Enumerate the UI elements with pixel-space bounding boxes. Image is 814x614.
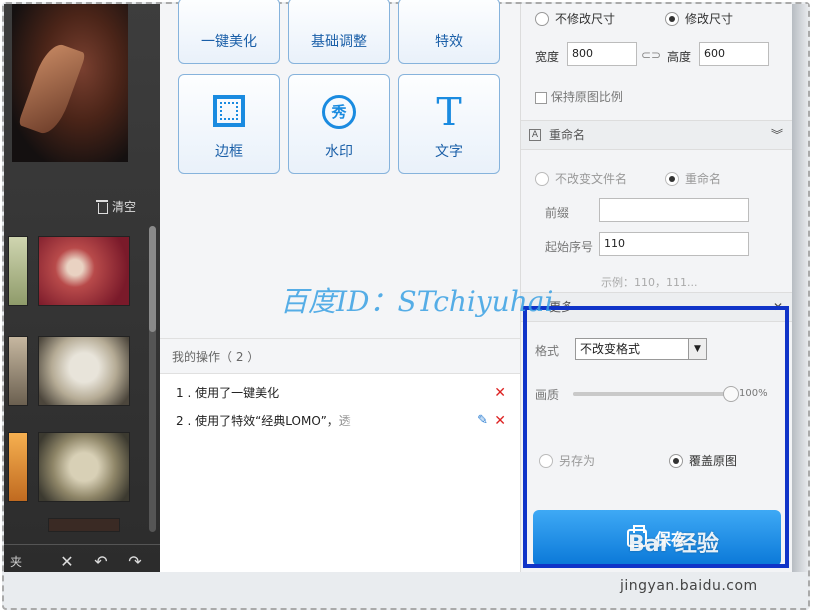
rename-section-header[interactable]: A 重命名 ︾ [521,120,793,150]
chevron-down-icon[interactable]: ✕ [773,293,783,321]
height-input[interactable]: 600 [699,42,769,66]
width-label: 宽度 [535,50,560,64]
tool-one-click-beautify[interactable]: 一键美化 [178,0,280,64]
clear-button[interactable]: 清空 [96,198,136,215]
scrollbar-thumb[interactable] [149,226,156,332]
quality-slider[interactable] [573,386,739,402]
dropdown-arrow-icon[interactable]: ▼ [688,339,706,359]
radio-label: 不改变文件名 [555,172,628,186]
quality-slider-fill [573,392,731,396]
tool-label: 特效 [435,34,463,50]
tool-label: 基础调整 [311,34,367,50]
checkbox-label: 保持原图比例 [550,90,623,104]
tool-label: 水印 [325,144,353,160]
photo-thumbnail[interactable] [48,518,120,532]
tool-text[interactable]: T 文字 [398,74,500,174]
quality-slider-knob[interactable] [723,386,739,402]
author-watermark: 百度ID：STchiyuhai [280,285,554,318]
tool-basic-adjust[interactable]: 基础调整 [288,0,390,64]
start-number-input[interactable]: 110 [599,232,749,256]
radio-label: 重命名 [685,172,722,186]
quality-value: 100% [739,388,768,399]
baidu-jingyan-logo: Bai 经验 [628,532,719,557]
quality-label: 画质 [535,388,560,402]
radio-dot [535,171,549,186]
clear-label: 清空 [112,200,137,214]
tool-effects[interactable]: 特效 [398,0,500,64]
radio-change-size[interactable]: 修改尺寸 [665,10,733,27]
radio-dot [535,11,549,26]
radio-label: 修改尺寸 [685,12,734,26]
radio-dot [665,11,679,26]
text-icon: T [436,90,462,134]
rename-icon: A [529,129,541,141]
height-label: 高度 [667,50,692,64]
width-input[interactable]: 800 [567,42,637,66]
radio-save-as[interactable]: 另存为 [539,452,595,469]
photo-thumbnail[interactable] [38,336,130,406]
photo-thumbnail[interactable] [8,432,28,502]
photo-thumbnail[interactable] [8,336,28,406]
folder-label[interactable]: 夹 [10,553,50,570]
prefix-input[interactable] [599,198,749,222]
radio-dot [665,171,679,186]
rename-example: 示例：110，111... [601,276,698,289]
radio-keep-size[interactable]: 不修改尺寸 [535,10,615,27]
operations-header: 我的操作（ 2 ） [160,338,520,374]
chevron-double-down-icon[interactable]: ︾ [771,121,783,149]
operation-text: 1 . 使用了一键美化 [176,386,280,400]
format-value: 不改变格式 [580,342,641,356]
tool-label: 文字 [435,144,463,160]
delete-icon[interactable]: ✕ [494,408,506,434]
prefix-label: 前缀 [545,206,570,220]
radio-rename[interactable]: 重命名 [665,170,721,187]
section-title: 重命名 [549,128,586,142]
operation-text: 2 . 使用了特效“经典LOMO”，透 [176,414,351,428]
delete-icon[interactable]: ✕ [494,380,506,406]
start-number-label: 起始序号 [545,240,594,254]
more-section-header[interactable]: 更多 ✕ [521,292,793,322]
remove-icon[interactable]: ✕ [50,552,84,571]
window-edge [792,4,808,572]
edit-icon[interactable]: ✎ [477,408,488,434]
radio-overwrite[interactable]: 覆盖原图 [669,452,737,469]
save-settings-panel: 不修改尺寸 修改尺寸 宽度 800 ⊂⊃ 高度 600 保持原图比例 A 重命名… [520,4,793,572]
rotate-left-icon[interactable]: ↶ [84,552,118,571]
tool-label: 边框 [215,144,243,160]
watermark-icon: 秀 [322,95,356,129]
operation-item: 2 . 使用了特效“经典LOMO”，透 ✎ ✕ [176,408,514,442]
checkbox-box [535,91,547,104]
thumbnail-scrollbar[interactable] [149,226,156,532]
format-label: 格式 [535,344,560,358]
photo-thumbnail[interactable] [38,432,130,502]
link-icon[interactable]: ⊂⊃ [641,48,661,62]
radio-dot [539,453,553,468]
photo-thumbnail[interactable] [8,236,28,306]
photo-library-panel: 清空 夹 ✕ ↶ ↷ [4,4,160,572]
operation-item: 1 . 使用了一键美化 ✕ [176,380,514,406]
radio-keep-filename[interactable]: 不改变文件名 [535,170,627,187]
operations-list: 1 . 使用了一键美化 ✕ 2 . 使用了特效“经典LOMO”，透 ✎ ✕ [160,374,520,572]
radio-dot [669,453,683,468]
tool-label: 一键美化 [201,34,257,50]
keep-ratio-checkbox[interactable]: 保持原图比例 [535,88,623,105]
library-bottom-bar: 夹 ✕ ↶ ↷ [4,544,160,578]
frame-icon [213,95,245,127]
radio-label: 另存为 [559,454,596,468]
radio-label: 不修改尺寸 [555,12,616,26]
trash-icon [96,200,108,214]
format-select[interactable]: 不改变格式 ▼ [575,338,707,360]
current-photo-preview [12,4,128,162]
tool-watermark[interactable]: 秀 水印 [288,74,390,174]
photo-thumbnail[interactable] [38,236,130,306]
radio-label: 覆盖原图 [689,454,738,468]
baidu-jingyan-url: jingyan.baidu.com [620,578,758,594]
rotate-right-icon[interactable]: ↷ [118,552,152,571]
tool-frame[interactable]: 边框 [178,74,280,174]
